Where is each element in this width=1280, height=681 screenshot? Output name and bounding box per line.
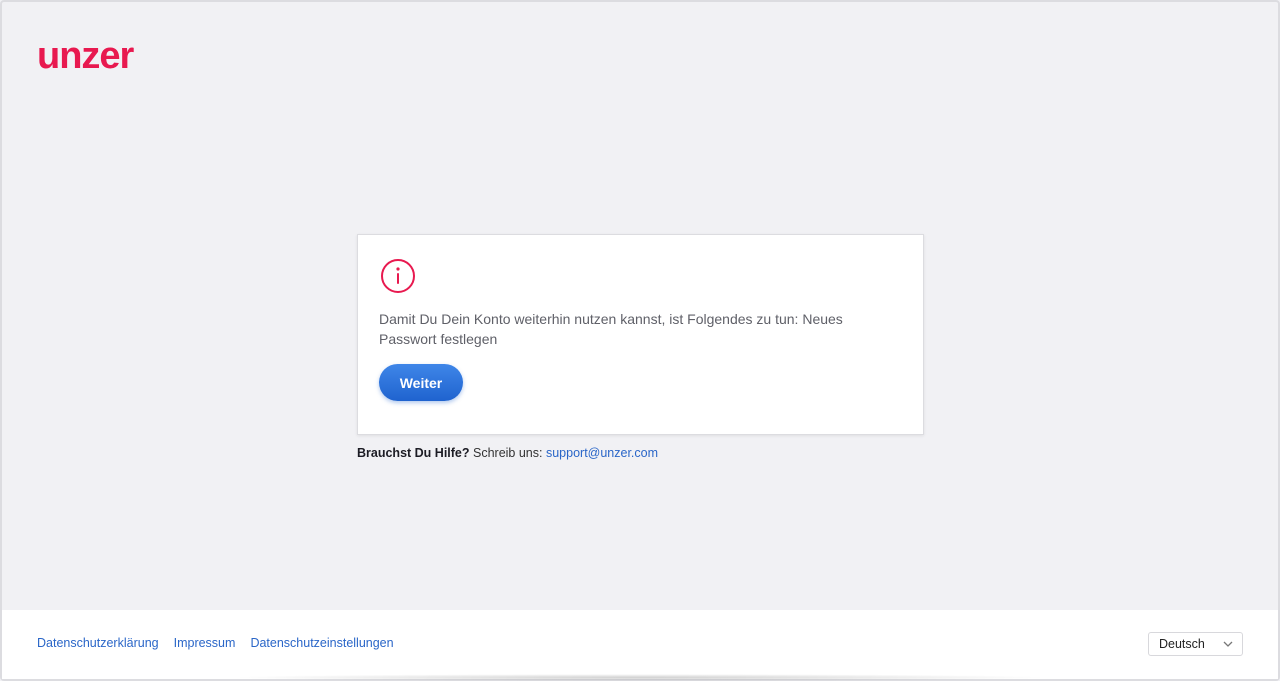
support-email-link[interactable]: support@unzer.com: [546, 446, 658, 460]
footer-link-privacy-settings[interactable]: Datenschutzeinstellungen: [250, 636, 393, 650]
footer-link-privacy-policy[interactable]: Datenschutzerklärung: [37, 636, 159, 650]
chevron-down-icon: [1223, 641, 1233, 647]
footer-link-imprint[interactable]: Impressum: [174, 636, 236, 650]
footer: Datenschutzerklärung Impressum Datenschu…: [2, 610, 1278, 679]
info-card: Damit Du Dein Konto weiterhin nutzen kan…: [357, 234, 924, 435]
continue-button[interactable]: Weiter: [379, 364, 463, 401]
help-text: Schreib uns:: [473, 446, 543, 460]
language-select[interactable]: Deutsch: [1148, 632, 1243, 656]
bottom-shadow: [230, 674, 1050, 681]
help-question: Brauchst Du Hilfe?: [357, 446, 470, 460]
card-message: Damit Du Dein Konto weiterhin nutzen kan…: [379, 311, 843, 347]
language-select-value: Deutsch: [1159, 637, 1205, 651]
footer-links: Datenschutzerklärung Impressum Datenschu…: [37, 636, 394, 650]
unzer-logo[interactable]: unzer: [37, 36, 134, 76]
info-icon: [381, 259, 415, 293]
help-line: Brauchst Du Hilfe? Schreib uns: support@…: [357, 446, 658, 460]
